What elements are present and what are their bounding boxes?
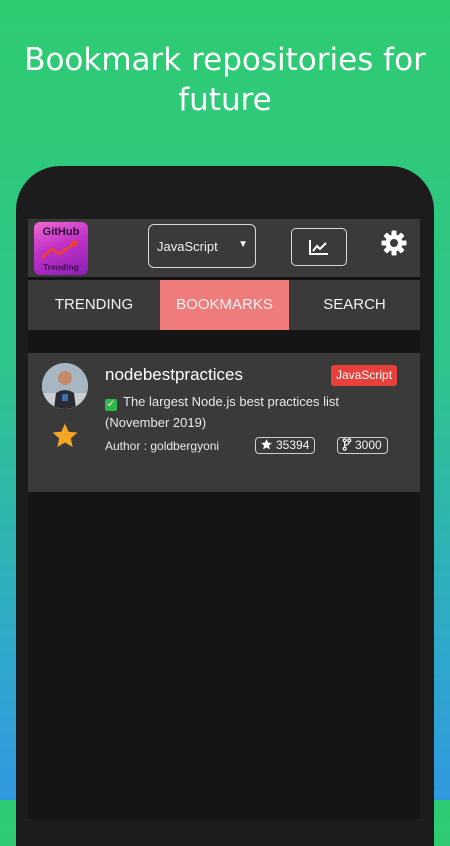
- language-badge: JavaScript: [331, 365, 398, 386]
- avatar-photo: [42, 363, 88, 409]
- stars-count: 35394: [276, 438, 310, 452]
- checkmark-icon: ✓: [105, 399, 117, 411]
- trend-arrow-icon: [40, 240, 78, 260]
- headline-line-2: future: [178, 82, 272, 118]
- bookmark-star-icon[interactable]: [50, 421, 80, 451]
- forks-count: 3000: [355, 438, 382, 452]
- app-logo-bottom-text: Trending: [43, 262, 79, 272]
- dropdown-caret-icon: ▼: [238, 239, 248, 250]
- forks-count-badge: 3000: [337, 437, 388, 454]
- line-chart-icon: [309, 240, 328, 255]
- trend-chart-button[interactable]: [291, 228, 347, 266]
- star-icon: [261, 439, 272, 450]
- app-logo-top-text: GitHub: [42, 226, 80, 238]
- tab-bar: TRENDING BOOKMARKS SEARCH: [28, 280, 420, 330]
- tab-bookmarks[interactable]: BOOKMARKS: [160, 280, 289, 330]
- promo-headline: Bookmark repositories for future: [0, 40, 450, 120]
- stars-count-badge: 35394: [255, 437, 316, 454]
- app-screen: GitHub Trending JavaScript ▼ TRENDING BO…: [28, 219, 420, 819]
- repo-description: ✓ The largest Node.js best practices list…: [105, 391, 395, 433]
- repo-card[interactable]: nodebestpractices JavaScript ✓ The larges…: [28, 353, 420, 492]
- tab-search[interactable]: SEARCH: [289, 280, 420, 330]
- description-line-2: (November 2019): [105, 415, 207, 430]
- author-avatar: [42, 363, 88, 409]
- repo-name[interactable]: nodebestpractices: [105, 365, 243, 385]
- language-select[interactable]: JavaScript ▼: [148, 224, 256, 268]
- language-select-value: JavaScript: [157, 239, 218, 254]
- description-line-1: The largest Node.js best practices list: [123, 394, 340, 409]
- app-logo: GitHub Trending: [34, 222, 88, 275]
- app-bar: GitHub Trending JavaScript ▼: [28, 219, 420, 277]
- repo-author: Author : goldbergyoni: [105, 439, 220, 453]
- fork-icon: [342, 438, 352, 451]
- headline-line-1: Bookmark repositories for: [24, 42, 426, 78]
- tab-trending[interactable]: TRENDING: [28, 280, 160, 330]
- settings-gear-icon[interactable]: [380, 229, 408, 257]
